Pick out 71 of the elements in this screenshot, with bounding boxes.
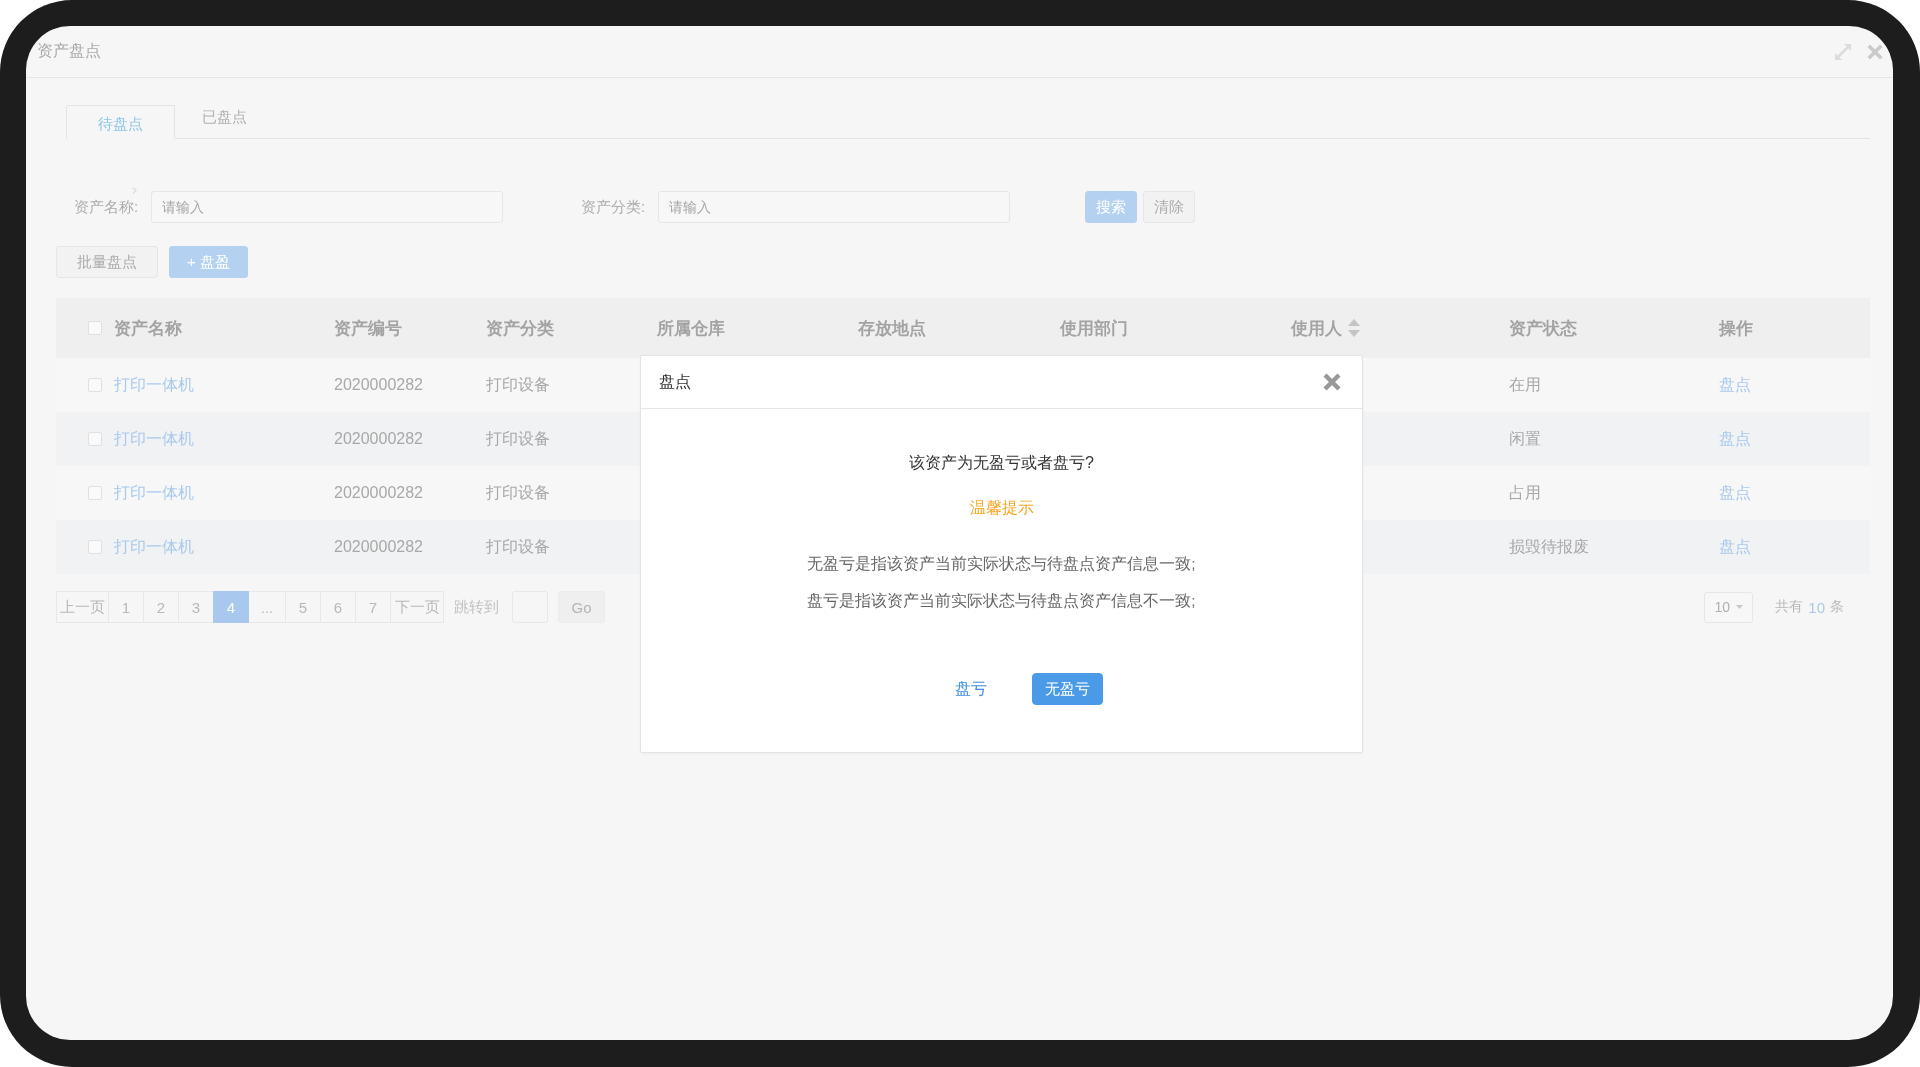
page-button[interactable]: 5	[285, 591, 321, 623]
field-label: 资产名称:	[74, 197, 140, 217]
input-field[interactable]: 请输入	[151, 191, 503, 223]
add-button[interactable]: + 盘盈	[169, 246, 248, 278]
column-header: 所属仓库	[657, 317, 725, 340]
asset-name-link[interactable]: 打印一体机	[114, 537, 194, 555]
checkbox[interactable]	[88, 432, 102, 446]
table-cell: 2020000282	[334, 484, 423, 501]
checkbox[interactable]	[88, 321, 102, 335]
chevron-icon	[132, 187, 137, 194]
checkbox[interactable]	[88, 378, 102, 392]
table-cell: 打印设备	[486, 375, 550, 393]
tip-text: 盘亏是指该资产当前实际状态与待盘点资产信息不一致;	[807, 591, 1196, 611]
search-button[interactable]: 搜索	[1085, 191, 1137, 223]
sort-icon[interactable]	[1348, 319, 1360, 337]
total-label: 共有	[1775, 598, 1804, 616]
page-button[interactable]: 3	[178, 591, 214, 623]
page-button[interactable]: 4	[213, 591, 249, 623]
column-header: 使用人	[1291, 317, 1342, 340]
dialog-title: 盘点	[659, 371, 691, 392]
column-header: 使用部门	[1060, 317, 1128, 340]
total-count: 10	[1808, 598, 1825, 616]
table-cell: 2020000282	[334, 376, 423, 393]
column-header: 资产名称	[114, 317, 182, 340]
checkbox[interactable]	[88, 486, 102, 500]
table-cell: 损毁待报废	[1509, 537, 1589, 555]
window-title: 资产盘点	[37, 41, 101, 61]
loss-button[interactable]: 盘亏	[948, 673, 994, 705]
total-unit: 条	[1830, 598, 1844, 616]
table-cell: 打印设备	[486, 429, 550, 447]
column-header: 资产分类	[486, 317, 554, 340]
column-header: 资产状态	[1509, 317, 1577, 340]
page-button[interactable]: ...	[248, 591, 286, 623]
page-button[interactable]: 1	[108, 591, 144, 623]
table-cell: 在用	[1509, 375, 1541, 393]
page-button[interactable]: 2	[143, 591, 179, 623]
page-button[interactable]: 6	[320, 591, 356, 623]
input-field[interactable]: 请输入	[658, 191, 1010, 223]
go-button[interactable]: Go	[558, 591, 605, 623]
page-size-select[interactable]: 10	[1704, 591, 1754, 623]
table-cell: 打印设备	[486, 483, 550, 501]
batch-button[interactable]: 批量盘点	[56, 246, 158, 278]
tip-text: 无盈亏是指该资产当前实际状态与待盘点资产信息一致;	[807, 554, 1196, 574]
field-label: 资产分类:	[581, 197, 647, 217]
inventory-link[interactable]: 盘点	[1719, 375, 1751, 393]
tab[interactable]: 已盘点	[175, 105, 273, 139]
checkbox[interactable]	[88, 540, 102, 554]
table-cell: 闲置	[1509, 429, 1541, 447]
column-header: 资产编号	[334, 317, 402, 340]
clear-button[interactable]: 清除	[1143, 191, 1195, 223]
inventory-link[interactable]: 盘点	[1719, 483, 1751, 501]
close-icon[interactable]	[1866, 42, 1884, 61]
table-cell: 占用	[1509, 483, 1541, 501]
close-icon[interactable]	[1322, 372, 1342, 392]
inventory-link[interactable]: 盘点	[1719, 537, 1751, 555]
caret-icon	[1736, 605, 1744, 609]
expand-icon[interactable]	[1833, 41, 1853, 62]
table-cell: 2020000282	[334, 538, 423, 555]
asset-name-link[interactable]: 打印一体机	[114, 375, 194, 393]
asset-name-link[interactable]: 打印一体机	[114, 483, 194, 501]
tip-title: 温馨提示	[969, 498, 1034, 518]
column-header: 操作	[1719, 317, 1753, 340]
confirm-button[interactable]: 无盈亏	[1032, 673, 1103, 705]
tab[interactable]: 待盘点	[66, 105, 175, 139]
column-header: 存放地点	[858, 317, 926, 340]
inventory-link[interactable]: 盘点	[1719, 429, 1751, 447]
dialog-question: 该资产为无盈亏或者盘亏?	[909, 453, 1094, 473]
asset-name-link[interactable]: 打印一体机	[114, 429, 194, 447]
table-cell: 2020000282	[334, 430, 423, 447]
table-cell: 打印设备	[486, 537, 550, 555]
page-button[interactable]: 7	[355, 591, 391, 623]
